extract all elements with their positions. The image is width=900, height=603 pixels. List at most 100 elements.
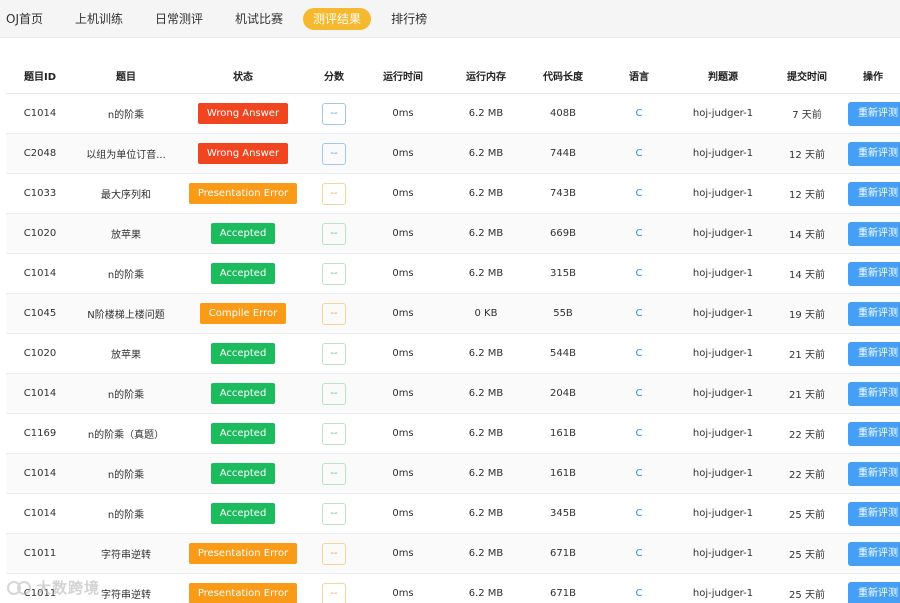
cell-problem-title[interactable]: n的阶乘 bbox=[74, 253, 178, 294]
cell-code-length: 669B bbox=[526, 213, 600, 254]
cell-language[interactable]: C bbox=[600, 453, 678, 494]
status-badge[interactable]: Presentation Error bbox=[188, 543, 298, 564]
status-badge[interactable]: Accepted bbox=[210, 343, 276, 364]
cell-action: 重新评测 bbox=[846, 413, 900, 454]
cell-memory: 6.2 MB bbox=[446, 173, 526, 214]
score-badge: -- bbox=[322, 502, 346, 525]
cell-problem-id[interactable]: C1169 bbox=[6, 413, 74, 454]
cell-submit-time: 25 天前 bbox=[768, 533, 846, 574]
cell-run-time: 0ms bbox=[360, 453, 446, 494]
rejudge-button[interactable]: 重新评测 bbox=[848, 501, 900, 526]
status-badge[interactable]: Accepted bbox=[210, 223, 276, 244]
cell-status: Presentation Error bbox=[178, 173, 308, 214]
cell-problem-title[interactable]: 放苹果 bbox=[74, 333, 178, 374]
header-run-time: 运行时间 bbox=[360, 58, 446, 94]
cell-memory: 6.2 MB bbox=[446, 413, 526, 454]
cell-language[interactable]: C bbox=[600, 133, 678, 174]
cell-code-length: 315B bbox=[526, 253, 600, 294]
rejudge-button[interactable]: 重新评测 bbox=[848, 181, 900, 206]
cell-memory: 6.2 MB bbox=[446, 253, 526, 294]
nav-item-leaderboard[interactable]: 排行榜 bbox=[391, 9, 427, 29]
cell-problem-id[interactable]: C1020 bbox=[6, 333, 74, 374]
status-badge[interactable]: Compile Error bbox=[199, 303, 287, 324]
cell-run-time: 0ms bbox=[360, 133, 446, 174]
cell-action: 重新评测 bbox=[846, 253, 900, 294]
cell-language[interactable]: C bbox=[600, 533, 678, 574]
cell-problem-id[interactable]: C1014 bbox=[6, 373, 74, 414]
status-badge[interactable]: Presentation Error bbox=[188, 583, 298, 603]
cell-action: 重新评测 bbox=[846, 453, 900, 494]
status-badge[interactable]: Wrong Answer bbox=[197, 143, 289, 164]
nav-item-daily-evaluation[interactable]: 日常测评 bbox=[155, 9, 203, 29]
status-badge[interactable]: Accepted bbox=[210, 463, 276, 484]
cell-problem-id[interactable]: C1020 bbox=[6, 213, 74, 254]
top-navigation: OJ首页 上机训练 日常测评 机试比赛 测评结果 排行榜 bbox=[0, 0, 900, 38]
rejudge-button[interactable]: 重新评测 bbox=[848, 301, 900, 326]
cell-problem-id[interactable]: C1014 bbox=[6, 93, 74, 134]
cell-problem-id[interactable]: C1014 bbox=[6, 453, 74, 494]
cell-language[interactable]: C bbox=[600, 253, 678, 294]
header-action: 操作 bbox=[846, 58, 900, 94]
cell-submit-time: 21 天前 bbox=[768, 373, 846, 414]
cell-language[interactable]: C bbox=[600, 413, 678, 454]
nav-item-evaluation-results[interactable]: 测评结果 bbox=[303, 7, 372, 30]
cell-problem-title[interactable]: N阶楼梯上楼问题 bbox=[74, 293, 178, 334]
table-row: C1014 n的阶乘 Wrong Answer -- 0ms 6.2 MB 408B Choj… bbox=[6, 93, 900, 134]
cell-language[interactable]: C bbox=[600, 93, 678, 134]
cell-status: Accepted bbox=[178, 493, 308, 534]
status-badge[interactable]: Wrong Answer bbox=[197, 103, 289, 124]
cell-language[interactable]: C bbox=[600, 173, 678, 214]
rejudge-button[interactable]: 重新评测 bbox=[848, 381, 900, 406]
cell-problem-title[interactable]: n的阶乘 bbox=[74, 373, 178, 414]
cell-judger: hoj-judger-1 bbox=[678, 453, 768, 494]
rejudge-button[interactable]: 重新评测 bbox=[848, 141, 900, 166]
rejudge-button[interactable]: 重新评测 bbox=[848, 421, 900, 446]
cell-problem-id[interactable]: C2048 bbox=[6, 133, 74, 174]
cell-code-length: 408B bbox=[526, 93, 600, 134]
rejudge-button[interactable]: 重新评测 bbox=[848, 261, 900, 286]
cell-language[interactable]: C bbox=[600, 333, 678, 374]
nav-item-contest[interactable]: 机试比赛 bbox=[235, 9, 283, 29]
cell-problem-id[interactable]: C1014 bbox=[6, 493, 74, 534]
status-badge[interactable]: Accepted bbox=[210, 263, 276, 284]
cell-problem-id[interactable]: C1045 bbox=[6, 293, 74, 334]
rejudge-button[interactable]: 重新评测 bbox=[848, 541, 900, 566]
cell-code-length: 671B bbox=[526, 533, 600, 574]
cell-action: 重新评测 bbox=[846, 93, 900, 134]
app-root: OJ首页 上机训练 日常测评 机试比赛 测评结果 排行榜 题目ID 题目 状态 … bbox=[0, 0, 900, 603]
rejudge-button[interactable]: 重新评测 bbox=[848, 461, 900, 486]
rejudge-button[interactable]: 重新评测 bbox=[848, 221, 900, 246]
cell-problem-title[interactable]: n的阶乘（真题） bbox=[74, 413, 178, 454]
cell-problem-id[interactable]: C1011 bbox=[6, 533, 74, 574]
cell-run-time: 0ms bbox=[360, 333, 446, 374]
cell-submit-time: 21 天前 bbox=[768, 333, 846, 374]
cell-memory: 6.2 MB bbox=[446, 453, 526, 494]
nav-item-oj-home[interactable]: OJ首页 bbox=[6, 9, 43, 29]
status-badge[interactable]: Presentation Error bbox=[188, 183, 298, 204]
cell-judger: hoj-judger-1 bbox=[678, 533, 768, 574]
cell-problem-id[interactable]: C1014 bbox=[6, 253, 74, 294]
cell-problem-title[interactable]: 以组为单位订音... bbox=[74, 133, 178, 174]
rejudge-button[interactable]: 重新评测 bbox=[848, 581, 900, 603]
cell-problem-title[interactable]: 最大序列和 bbox=[74, 173, 178, 214]
cell-score: -- bbox=[308, 413, 360, 454]
cell-language[interactable]: C bbox=[600, 573, 678, 603]
status-badge[interactable]: Accepted bbox=[210, 423, 276, 444]
cell-language[interactable]: C bbox=[600, 493, 678, 534]
cell-problem-id[interactable]: C1033 bbox=[6, 173, 74, 214]
cell-submit-time: 14 天前 bbox=[768, 253, 846, 294]
cell-problem-title[interactable]: n的阶乘 bbox=[74, 453, 178, 494]
rejudge-button[interactable]: 重新评测 bbox=[848, 101, 900, 126]
cell-problem-title[interactable]: 放苹果 bbox=[74, 213, 178, 254]
status-badge[interactable]: Accepted bbox=[210, 503, 276, 524]
cell-problem-title[interactable]: n的阶乘 bbox=[74, 93, 178, 134]
cell-problem-title[interactable]: 字符串逆转 bbox=[74, 533, 178, 574]
cell-action: 重新评测 bbox=[846, 213, 900, 254]
cell-language[interactable]: C bbox=[600, 293, 678, 334]
status-badge[interactable]: Accepted bbox=[210, 383, 276, 404]
nav-item-training[interactable]: 上机训练 bbox=[75, 9, 123, 29]
cell-language[interactable]: C bbox=[600, 213, 678, 254]
cell-problem-title[interactable]: n的阶乘 bbox=[74, 493, 178, 534]
rejudge-button[interactable]: 重新评测 bbox=[848, 341, 900, 366]
cell-language[interactable]: C bbox=[600, 373, 678, 414]
